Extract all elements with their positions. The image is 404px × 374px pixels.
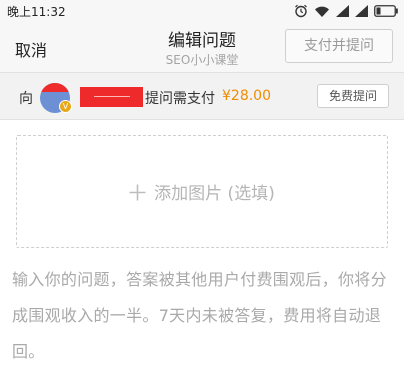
recipient-name-redacted [80,87,143,107]
add-image-content: 添加图片 (选填) [17,179,387,204]
avatar-redaction [40,83,70,92]
nav-bar: 取消 编辑问题 SEO小小课堂 支付并提问 [0,22,404,72]
pay-amount: ¥28.00 [222,88,271,104]
alarm-icon [295,4,307,18]
add-image-area[interactable]: 添加图片 (选填) [16,135,388,248]
add-image-label: 添加图片 (选填) [154,184,275,204]
plus-icon [129,184,146,201]
status-bar: 晚上11:32 [0,0,404,22]
verified-badge-icon: V [59,100,72,113]
free-ask-button[interactable]: 免费提问 [317,84,389,108]
recipient-row: 向 V 提问需支付 ¥28.00 免费提问 [0,72,404,120]
battery-icon [374,5,398,17]
pay-and-ask-button[interactable]: 支付并提问 [285,29,393,63]
avatar[interactable]: V [40,81,72,113]
recipient-prefix: 向 [19,91,33,107]
status-icons [294,3,398,19]
signal-icon-2 [355,5,368,17]
pay-label: 提问需支付 [145,91,215,107]
wifi-icon [315,6,329,17]
status-time: 晚上11:32 [7,5,66,19]
signal-icon [336,5,349,17]
question-input[interactable]: 输入你的问题，答案被其他用户付费围观后，你将分成围观收入的一半。7天内未被答复，… [12,262,394,370]
